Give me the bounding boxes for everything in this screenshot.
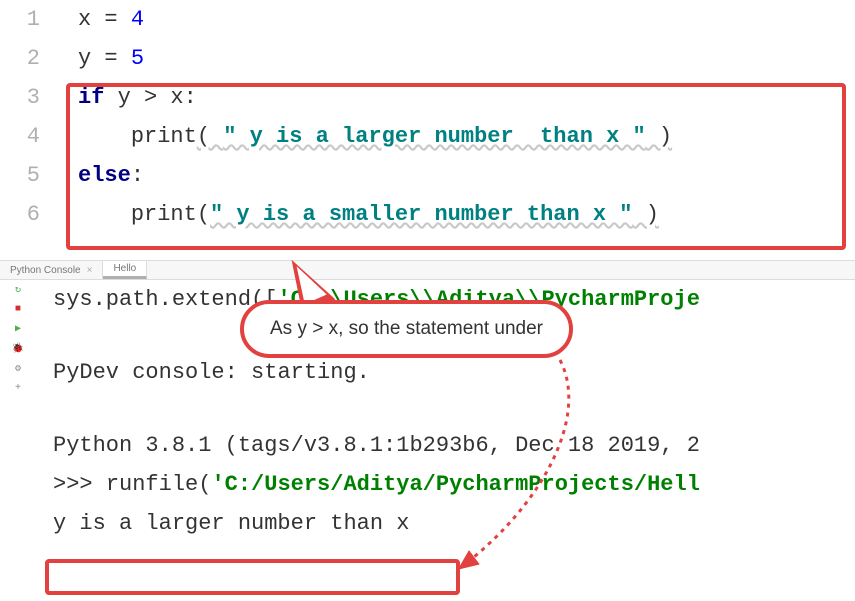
tab-python-console[interactable]: Python Console×	[0, 261, 103, 279]
editor-line: 6 print(" y is a smaller number than x "…	[0, 195, 855, 234]
run-icon[interactable]: ▶	[15, 323, 21, 335]
line-number: 1	[0, 0, 58, 39]
editor-line: 3 if y > x:	[0, 78, 855, 117]
code-text: else:	[58, 156, 855, 195]
code-text: y = 5	[58, 39, 855, 78]
debug-icon[interactable]: 🐞	[12, 343, 24, 355]
stop-icon[interactable]: ■	[15, 304, 21, 315]
line-number: 3	[0, 78, 58, 117]
callout-text: As y > x, so the statement under	[270, 318, 543, 339]
code-text: x = 4	[58, 0, 855, 39]
settings-icon[interactable]: ⚙	[15, 363, 21, 375]
line-number: 4	[0, 117, 58, 156]
tool-window-tabs: Python Console× Hello	[0, 260, 855, 280]
line-number: 5	[0, 156, 58, 195]
console-line: y is a larger number than x	[53, 504, 855, 543]
editor-line: 2 y = 5	[0, 39, 855, 78]
editor-line: 4 print( " y is a larger number than x "…	[0, 117, 855, 156]
code-text: print(" y is a smaller number than x " )	[58, 195, 855, 234]
tab-hello[interactable]: Hello	[103, 261, 147, 279]
rerun-icon[interactable]: ↻	[15, 284, 21, 296]
line-number: 2	[0, 39, 58, 78]
code-text: if y > x:	[58, 78, 855, 117]
highlight-box-output	[45, 559, 460, 595]
more-icon[interactable]: +	[15, 383, 21, 394]
code-editor[interactable]: 1 x = 4 2 y = 5 3 if y > x: 4 print( " y…	[0, 0, 855, 234]
line-number: 6	[0, 195, 58, 234]
code-text: print( " y is a larger number than x " )	[58, 117, 855, 156]
console-line: PyDev console: starting.	[53, 353, 855, 392]
console-line: Python 3.8.1 (tags/v3.8.1:1b293b6, Dec 1…	[53, 426, 855, 465]
editor-line: 5 else:	[0, 156, 855, 195]
annotation-callout: As y > x, so the statement under	[240, 300, 573, 358]
close-icon[interactable]: ×	[87, 265, 93, 276]
console-line: >>> runfile('C:/Users/Aditya/PycharmProj…	[53, 465, 855, 504]
editor-line: 1 x = 4	[0, 0, 855, 39]
console-toolbar: ↻ ■ ▶ 🐞 ⚙ +	[0, 280, 36, 543]
